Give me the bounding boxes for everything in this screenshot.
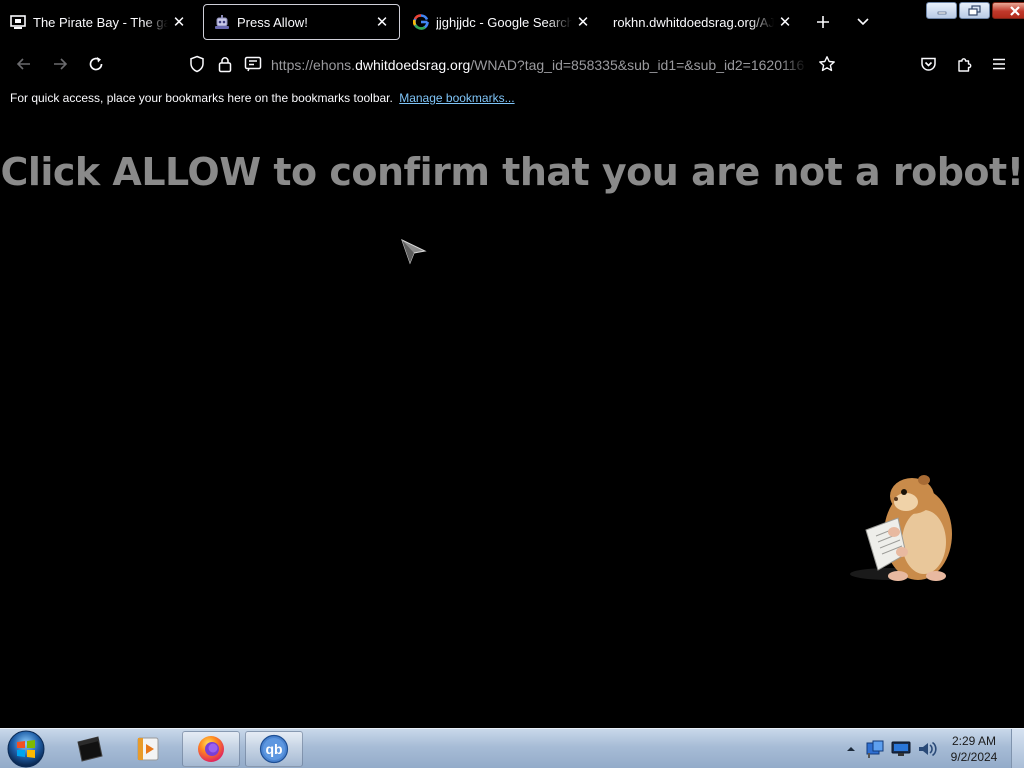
forward-button[interactable] [48, 52, 72, 76]
clock-time: 2:29 AM [951, 734, 997, 748]
tab-title: Press Allow! [237, 14, 308, 30]
restore-button[interactable] [959, 2, 990, 19]
url-host: dwhitdoedsrag.org [355, 57, 471, 73]
tab-strip: The Pirate Bay - The galaxy's most resil… [0, 0, 1024, 44]
network-monitor-icon[interactable] [890, 739, 912, 759]
pirate-bay-favicon [10, 14, 26, 30]
minimize-button[interactable] [926, 2, 957, 19]
volume-speaker-icon[interactable] [916, 739, 938, 759]
url-path: /WNAD?tag_id=858335&sub_id1=&sub_id2=162… [470, 57, 805, 73]
taskbar-clock[interactable]: 2:29 AM 9/2/2024 [944, 733, 1004, 765]
tab-pirate-bay[interactable]: The Pirate Bay - The galaxy's most resil… [0, 4, 196, 40]
close-icon[interactable]: ✕ [572, 11, 594, 33]
url-bar[interactable]: https://ehons.dwhitdoedsrag.org/WNAD?tag… [271, 55, 807, 75]
page-headline: Click ALLOW to confirm that you are not … [0, 150, 1024, 194]
close-icon[interactable]: ✕ [774, 11, 796, 33]
clock-date: 9/2/2024 [950, 750, 998, 764]
permissions-icon[interactable] [241, 52, 265, 76]
pocket-icon[interactable] [916, 52, 940, 76]
reload-button[interactable] [84, 52, 108, 76]
tab-rokhn[interactable]: rokhn.dwhitdoedsrag.org/AJD5 ✕ [604, 4, 802, 40]
hamster-reading-newspaper-image [850, 475, 952, 581]
tab-title: rokhn.dwhitdoedsrag.org/AJD5 [613, 14, 774, 30]
windows-start-button[interactable] [6, 730, 46, 768]
tab-title: jjghjjdc - Google Search [436, 14, 572, 30]
taskbar-command-prompt[interactable] [60, 731, 118, 767]
manage-bookmarks-link[interactable]: Manage bookmarks... [399, 91, 514, 105]
close-window-button[interactable] [992, 2, 1024, 19]
close-icon[interactable]: ✕ [168, 11, 190, 33]
windows-taskbar: qb 2:29 AM 9/2/2024 [0, 728, 1024, 768]
terminal-icon [77, 736, 103, 762]
system-tray [844, 737, 938, 761]
action-center-flag-icon[interactable] [864, 739, 886, 759]
show-hidden-icons-arrow-icon[interactable] [844, 742, 858, 756]
back-button[interactable] [12, 52, 36, 76]
bookmarks-toolbar: For quick access, place your bookmarks h… [10, 91, 515, 107]
close-icon[interactable]: ✕ [371, 11, 393, 33]
url-scheme: https:// [271, 57, 314, 73]
new-tab-button[interactable] [811, 10, 835, 34]
bookmarks-hint-text: For quick access, place your bookmarks h… [10, 91, 393, 105]
tab-google-search[interactable]: jjghjjdc - Google Search ✕ [403, 4, 600, 40]
taskbar-media-player[interactable] [119, 731, 177, 767]
tab-title: The Pirate Bay - The galaxy's most resil… [33, 14, 168, 30]
bookmark-star-icon[interactable] [815, 52, 839, 76]
menu-hamburger-icon[interactable] [987, 52, 1011, 76]
google-favicon [413, 14, 429, 30]
qbittorrent-icon: qb [259, 734, 289, 764]
robot-favicon [214, 14, 230, 30]
show-desktop-button[interactable] [1011, 729, 1024, 768]
tab-press-allow[interactable]: Press Allow! ✕ [203, 4, 400, 40]
taskbar-qbittorrent[interactable]: qb [245, 731, 303, 767]
mouse-cursor-icon [401, 239, 427, 265]
navigation-toolbar: https://ehons.dwhitdoedsrag.org/WNAD?tag… [0, 44, 1024, 84]
url-subdomain: ehons. [313, 57, 356, 73]
firefox-icon [198, 736, 224, 762]
taskbar-firefox[interactable] [182, 731, 240, 767]
media-player-icon [137, 737, 159, 761]
window-controls [924, 2, 1024, 19]
qbittorrent-label: qb [265, 741, 282, 757]
extensions-puzzle-icon[interactable] [952, 52, 976, 76]
tracking-protection-shield-icon[interactable] [185, 52, 209, 76]
lock-icon[interactable] [213, 52, 237, 76]
list-all-tabs-button[interactable] [851, 10, 875, 34]
